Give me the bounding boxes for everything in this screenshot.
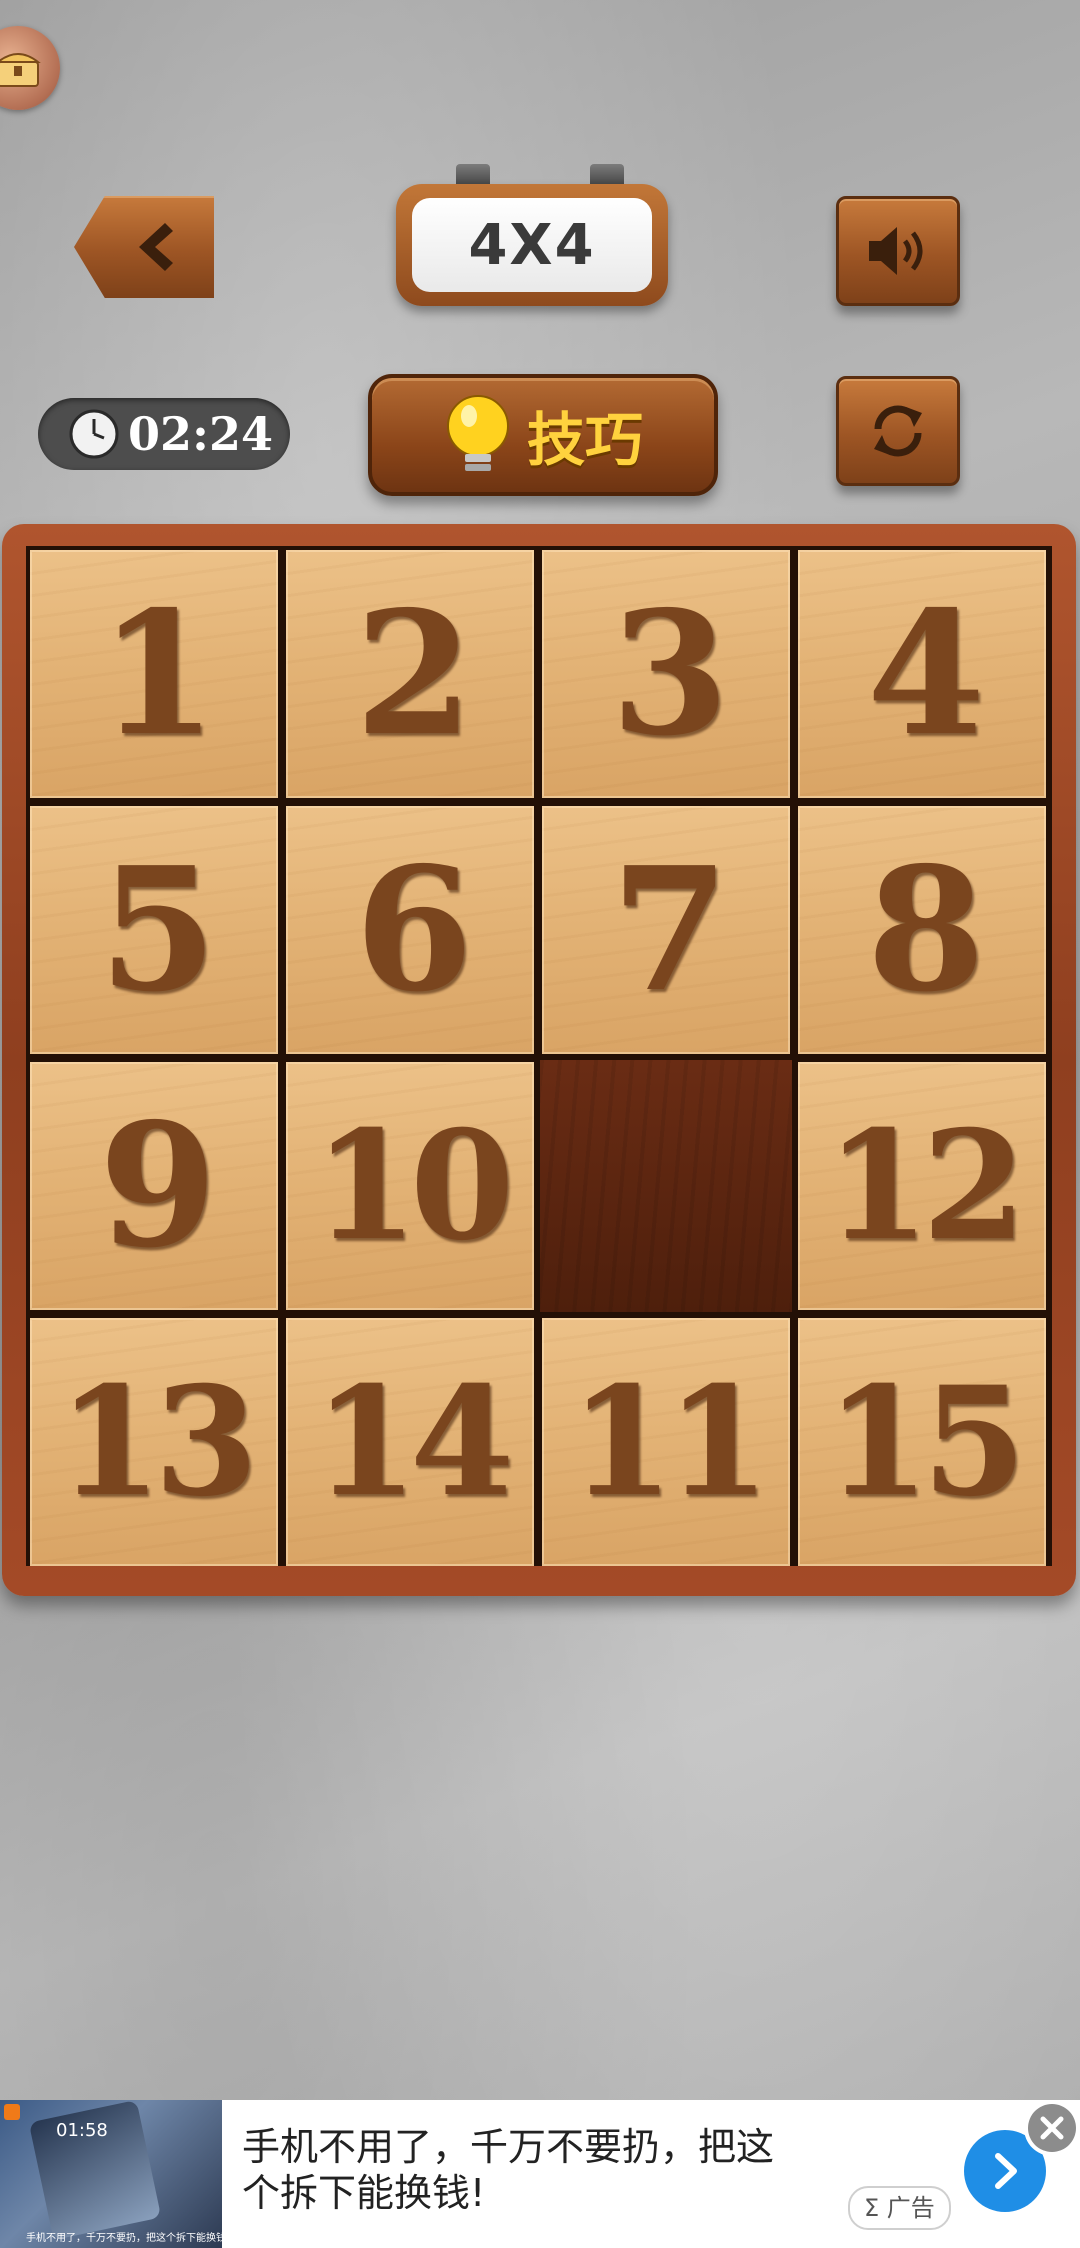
tile-number: 10: [313, 1098, 515, 1274]
close-icon: [1040, 2116, 1064, 2140]
ad-thumb-time: 01:58: [56, 2120, 108, 2141]
clock-icon: [69, 409, 119, 459]
ad-text-line2: 个拆下能换钱!: [242, 2171, 486, 2215]
tile-number: 7: [610, 830, 729, 1030]
puzzle-tile[interactable]: 14: [286, 1318, 534, 1566]
tile-number: 14: [313, 1354, 515, 1530]
puzzle-tile[interactable]: 3: [542, 550, 790, 798]
puzzle-tile[interactable]: 6: [286, 806, 534, 1054]
level-sign: 4X4: [396, 184, 668, 306]
ad-close-circle: [1028, 2104, 1076, 2152]
ad-text[interactable]: 手机不用了，千万不要扔，把这 个拆下能换钱!: [242, 2124, 802, 2216]
tile-number: 8: [866, 830, 985, 1030]
puzzle-tile[interactable]: 1: [30, 550, 278, 798]
chevron-right-icon: [995, 2153, 1017, 2189]
tile-number: 11: [569, 1354, 771, 1530]
level-label: 4X4: [412, 198, 652, 292]
speaker-icon: [869, 227, 923, 275]
tile-number: 1: [98, 574, 217, 774]
tile-number: 3: [610, 574, 729, 774]
tile-number: 9: [98, 1086, 217, 1286]
ad-close-button[interactable]: [1024, 2100, 1080, 2156]
puzzle-tile[interactable]: 10: [286, 1062, 534, 1310]
puzzle-board: 1 2 3 4 5 6 7 8 9 10 12 13 14 11 15: [2, 524, 1076, 1596]
puzzle-tile[interactable]: 11: [542, 1318, 790, 1566]
puzzle-tile[interactable]: 7: [542, 806, 790, 1054]
puzzle-tile[interactable]: 2: [286, 550, 534, 798]
ad-thumbnail[interactable]: 01:58 手机不用了，千万不要扔，把这个拆下能换钱！: [0, 2100, 222, 2248]
timer-value: 02:24: [128, 407, 274, 461]
puzzle-grid: 1 2 3 4 5 6 7 8 9 10 12 13 14 11 15: [26, 546, 1052, 1566]
sound-button[interactable]: [836, 196, 960, 306]
puzzle-tile[interactable]: 13: [30, 1318, 278, 1566]
puzzle-tile[interactable]: 12: [798, 1062, 1046, 1310]
ad-thumb-caption: 手机不用了，千万不要扔，把这个拆下能换钱！: [26, 2233, 222, 2244]
tile-number: 12: [825, 1098, 1027, 1274]
hint-button[interactable]: 技巧: [368, 374, 718, 496]
hint-label: 技巧: [526, 406, 643, 474]
tile-number: 5: [98, 830, 217, 1030]
puzzle-tile[interactable]: 5: [30, 806, 278, 1054]
tile-number: 6: [354, 830, 473, 1030]
puzzle-tile[interactable]: 8: [798, 806, 1046, 1054]
back-button[interactable]: [74, 196, 214, 298]
treasure-chest-icon: [0, 53, 41, 87]
puzzle-tile[interactable]: 4: [798, 550, 1046, 798]
empty-slot: [540, 1060, 792, 1312]
puzzle-tile[interactable]: 9: [30, 1062, 278, 1310]
ad-text-line1: 手机不用了，千万不要扔，把这: [242, 2125, 775, 2169]
tile-number: 2: [354, 574, 473, 774]
treasure-chest-button[interactable]: [0, 26, 60, 110]
chevron-left-icon: [139, 223, 173, 271]
timer: 02:24: [38, 398, 290, 470]
tile-number: 4: [866, 574, 985, 774]
tile-number: 13: [57, 1354, 259, 1530]
refresh-button[interactable]: [836, 376, 960, 486]
ad-label: Σ 广告: [848, 2186, 951, 2230]
puzzle-tile[interactable]: 15: [798, 1318, 1046, 1566]
ad-brand-icon: [4, 2104, 20, 2120]
refresh-icon: [874, 405, 922, 457]
tile-number: 15: [825, 1354, 1027, 1530]
lightbulb-icon: [446, 395, 509, 471]
